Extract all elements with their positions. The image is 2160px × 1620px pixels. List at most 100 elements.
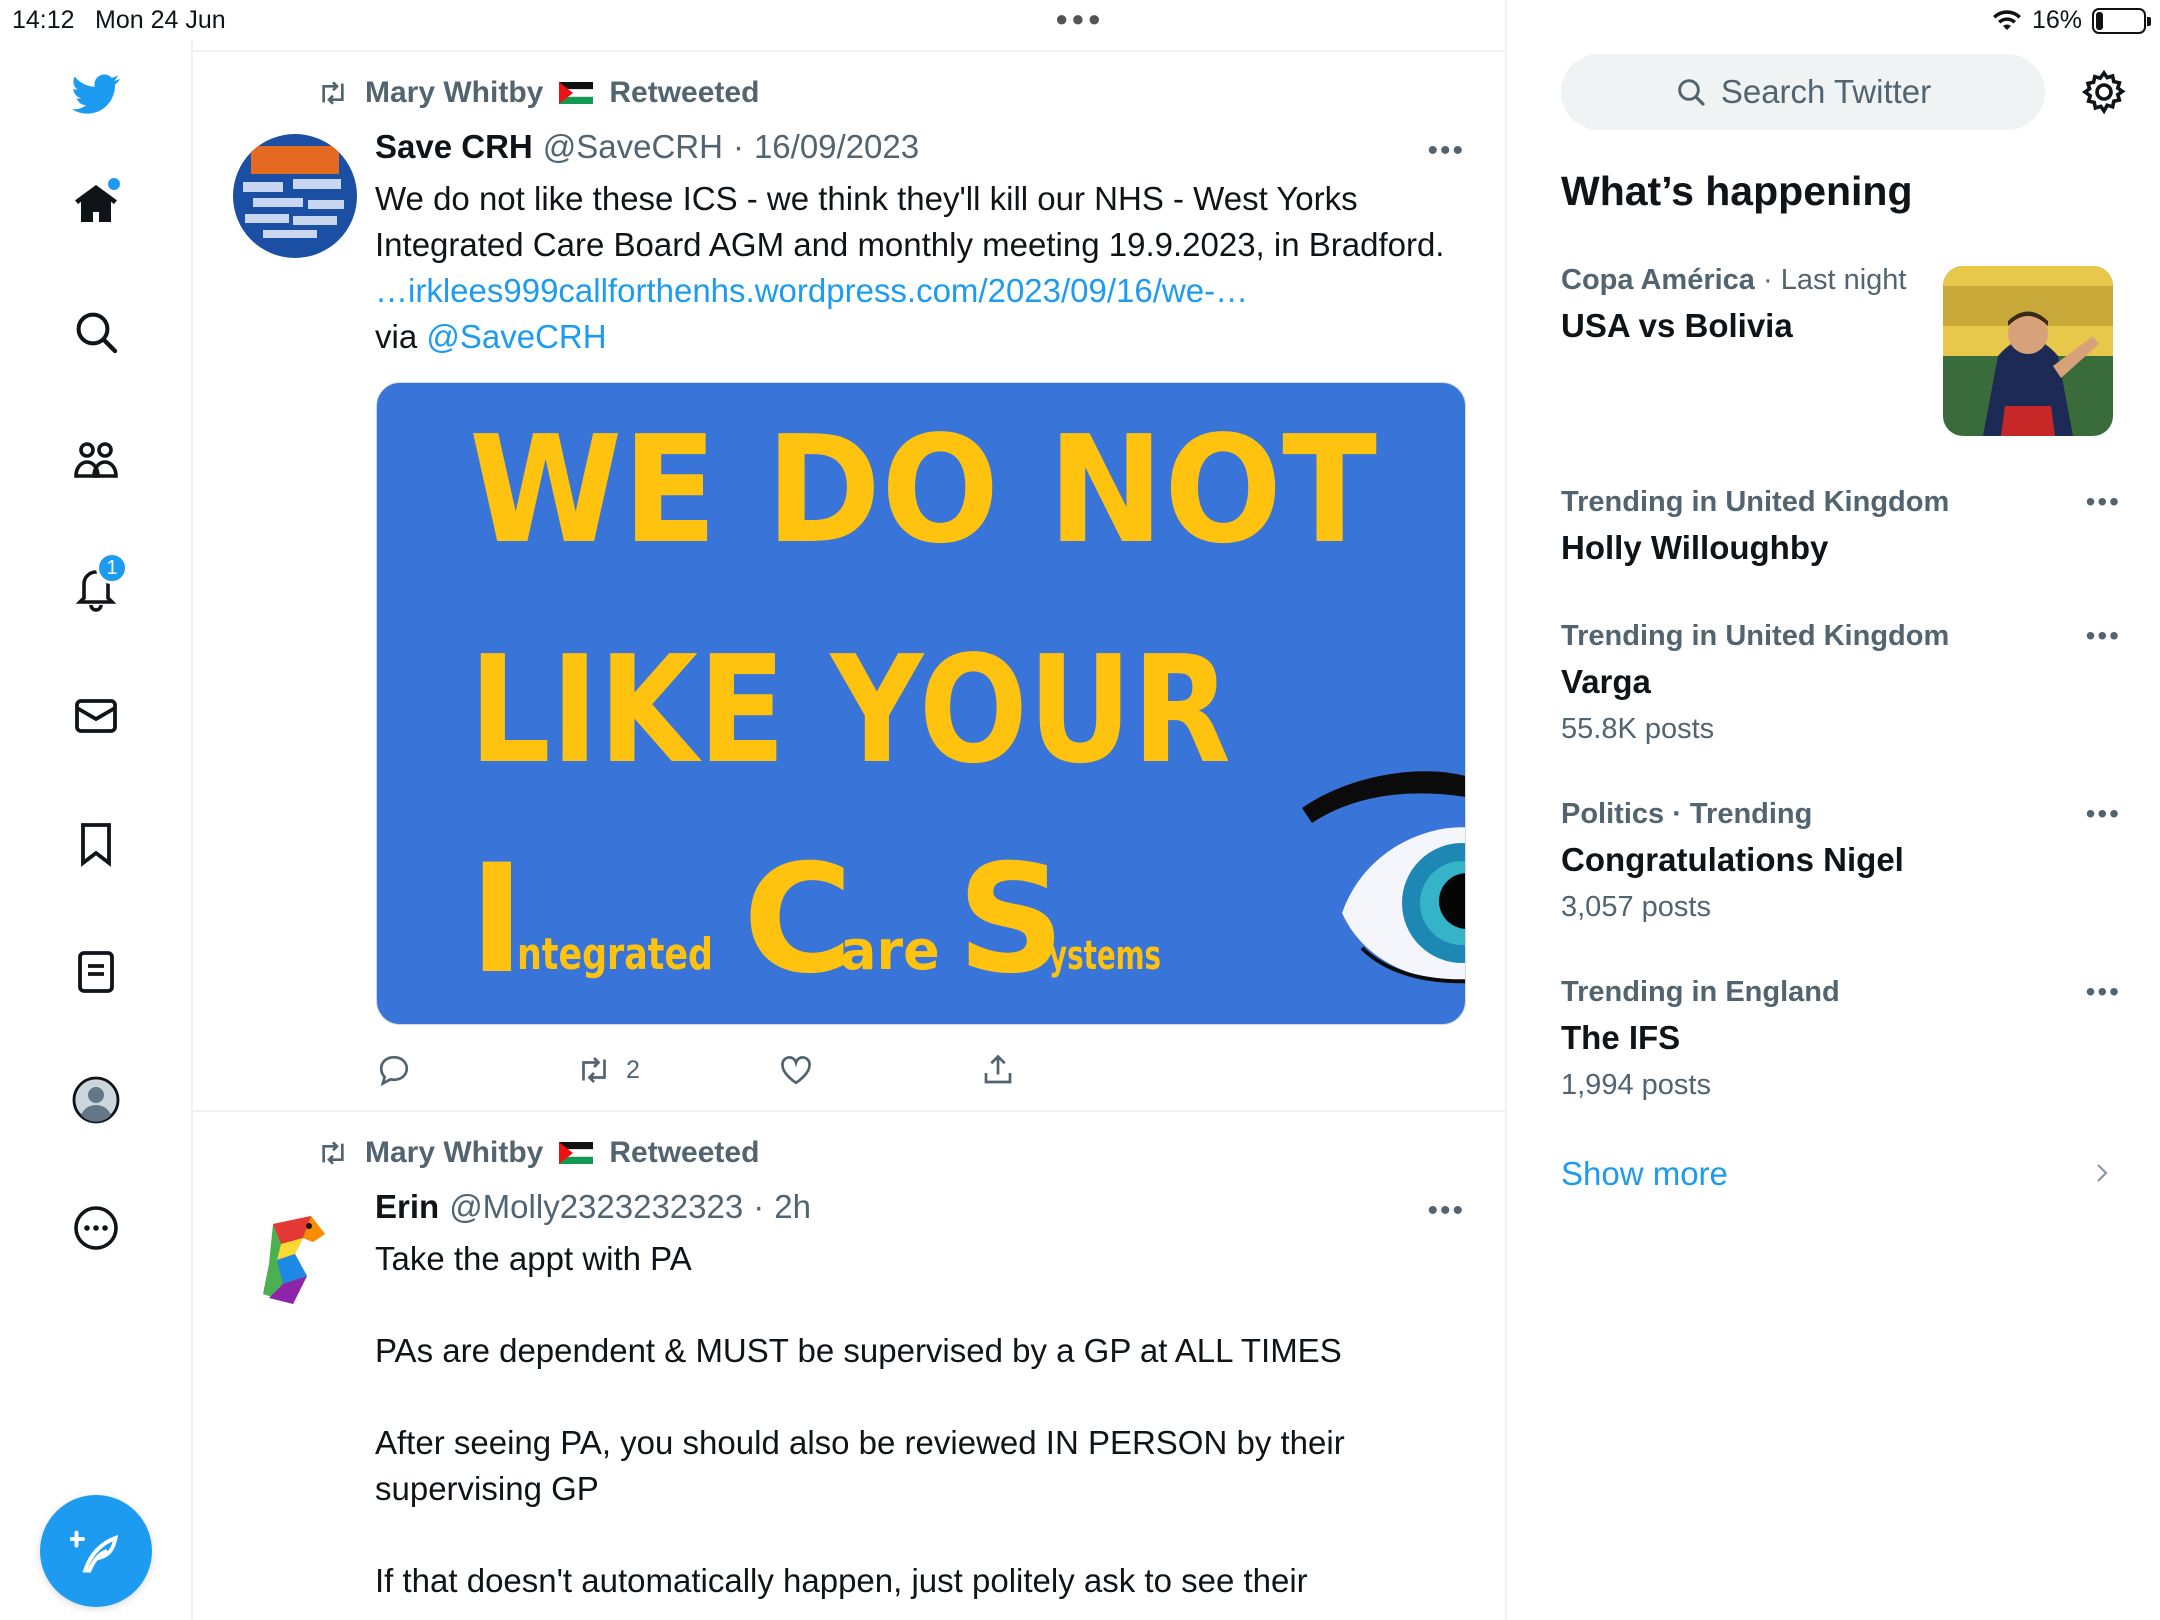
nav-home[interactable]	[60, 168, 132, 240]
like-button[interactable]	[778, 1052, 814, 1088]
search-input[interactable]: Search Twitter	[1561, 54, 2045, 130]
trend-more-icon[interactable]: •••	[2086, 976, 2121, 1008]
more-circle-icon	[74, 1206, 118, 1250]
author-name[interactable]: Save CRH	[375, 128, 533, 166]
tweet-link[interactable]: …irklees999callforthenhs.wordpress.com/2…	[375, 272, 1248, 309]
mention-link[interactable]: @SaveCRH	[426, 318, 606, 355]
retweet-icon	[322, 81, 344, 105]
left-nav: 1	[0, 40, 193, 1620]
image-letter-s: S	[957, 833, 1065, 1007]
image-letter-c: C	[743, 833, 853, 1007]
trend-more-icon[interactable]: •••	[2086, 486, 2121, 518]
trend-title: Holly Willoughby	[1561, 529, 1829, 566]
nav-communities[interactable]	[60, 424, 132, 496]
whats-happening-title: What’s happening	[1561, 168, 1913, 214]
search-icon	[76, 312, 118, 354]
author-name[interactable]: Erin	[375, 1188, 439, 1226]
retweet-context: Mary Whitby Retweeted	[315, 76, 759, 110]
trend-more-icon[interactable]: •••	[2086, 798, 2121, 830]
nav-more[interactable]	[60, 1192, 132, 1264]
nav-bookmarks[interactable]	[60, 808, 132, 880]
image-word-are: are	[840, 919, 940, 982]
tweet-more-icon[interactable]: •••	[1427, 134, 1465, 168]
communities-icon	[74, 442, 118, 478]
reply-button[interactable]	[376, 1052, 412, 1088]
mail-icon	[75, 699, 117, 733]
gear-icon[interactable]	[2080, 68, 2128, 116]
nav-notifications[interactable]: 1	[60, 552, 132, 624]
retweeter-name[interactable]: Mary Whitby	[365, 76, 543, 110]
bookmark-icon	[81, 823, 111, 867]
image-text-line2: LIKE YOUR	[469, 624, 1231, 796]
trend-item[interactable]: Politics · Trending Congratulations Nige…	[1561, 798, 2121, 924]
retweeted-label: Retweeted	[609, 76, 760, 109]
retweeter-name[interactable]: Mary Whitby	[365, 1136, 543, 1170]
retweet-button[interactable]: 2	[576, 1052, 640, 1088]
compose-tweet-button[interactable]	[40, 1495, 152, 1607]
compose-feather-icon	[70, 1530, 119, 1573]
tweet[interactable]: Mary Whitby Retweeted Save CRH @SaveCRH …	[193, 52, 1505, 1112]
notifications-badge: 1	[96, 552, 128, 584]
trend-title: Varga	[1561, 663, 1651, 700]
battery-percent: 16%	[2031, 6, 2082, 34]
trend-title: Congratulations Nigel	[1561, 841, 1904, 878]
trend-context: Trending in United Kingdom	[1561, 486, 1950, 518]
author-handle[interactable]: @SaveCRH	[543, 128, 723, 166]
battery-level	[2096, 11, 2104, 30]
image-word-ystems: ystems	[1049, 933, 1161, 979]
trend-time: · Last night	[1754, 264, 1907, 296]
image-letter-i: I	[469, 833, 525, 1007]
trend-item[interactable]: Trending in United Kingdom Varga 55.8K p…	[1561, 620, 2121, 746]
trend-post-count: 1,994 posts	[1561, 1069, 1711, 1101]
tweet-image[interactable]: WE DO NOT LIKE YOUR I ntegrated C are S …	[376, 382, 1466, 1025]
nav-profile[interactable]	[60, 1064, 132, 1136]
image-text-line1: WE DO NOT	[469, 404, 1377, 576]
heart-icon	[781, 1056, 811, 1085]
battery-icon	[2092, 7, 2151, 34]
nav-lists[interactable]	[60, 936, 132, 1008]
trend-context: Trending in United Kingdom	[1561, 620, 1950, 652]
trend-more-icon[interactable]: •••	[2086, 620, 2121, 652]
profile-avatar-icon	[72, 1076, 120, 1124]
retweet-icon	[322, 1141, 344, 1165]
trend-post-count: 55.8K posts	[1561, 713, 1715, 745]
status-time: 14:12	[12, 6, 75, 34]
eye-icon	[1302, 771, 1465, 984]
tweet-date[interactable]: 16/09/2023	[754, 128, 919, 166]
trend-item[interactable]: Trending in England The IFS 1,994 posts …	[1561, 976, 2121, 1102]
chevron-right-icon[interactable]	[2090, 1158, 2114, 1188]
retweet-context: Mary Whitby Retweeted	[315, 1136, 759, 1170]
palestine-flag-icon	[559, 82, 594, 104]
trend-context: Trending in England	[1561, 976, 1840, 1008]
nav-explore[interactable]	[60, 296, 132, 368]
show-more-link[interactable]: Show more	[1561, 1155, 1728, 1193]
tweet-text: Take the appt with PA PAs are dependent …	[375, 1240, 1345, 1599]
trend-item[interactable]: Trending in United Kingdom Holly Willoug…	[1561, 486, 2121, 567]
trend-context: Politics · Trending	[1561, 798, 1813, 830]
retweet-count: 2	[626, 1055, 640, 1084]
twitter-logo-icon[interactable]	[60, 58, 132, 130]
image-word-ntegrated: ntegrated	[517, 929, 713, 980]
avatar[interactable]	[233, 1194, 357, 1318]
lists-icon	[78, 951, 114, 993]
retweeted-label: Retweeted	[609, 1136, 760, 1169]
tweet-date[interactable]: 2h	[774, 1188, 811, 1226]
tweet-actions: 2	[376, 1052, 1056, 1096]
home-unread-dot	[108, 178, 120, 190]
reply-icon	[379, 1055, 409, 1087]
wifi-icon	[1992, 9, 2021, 30]
nav-messages[interactable]	[60, 680, 132, 752]
author-handle[interactable]: @Molly2323232323	[449, 1188, 743, 1226]
trend-thumbnail[interactable]	[1943, 266, 2113, 436]
tweet-text: We do not like these ICS - we think they…	[375, 180, 1454, 355]
timeline: Mary Whitby Retweeted Save CRH @SaveCRH …	[193, 0, 1507, 1620]
avatar[interactable]	[233, 134, 357, 258]
trend-context: Copa América	[1561, 264, 1755, 296]
tweet[interactable]: Mary Whitby Retweeted Erin @Molly2323232…	[193, 1112, 1505, 1620]
retweet-icon	[582, 1057, 606, 1083]
palestine-flag-icon	[559, 1142, 594, 1164]
tweet-more-icon[interactable]: •••	[1427, 1194, 1465, 1228]
share-icon	[984, 1054, 1012, 1084]
trend-post-count: 3,057 posts	[1561, 891, 1711, 923]
share-button[interactable]	[980, 1052, 1016, 1088]
